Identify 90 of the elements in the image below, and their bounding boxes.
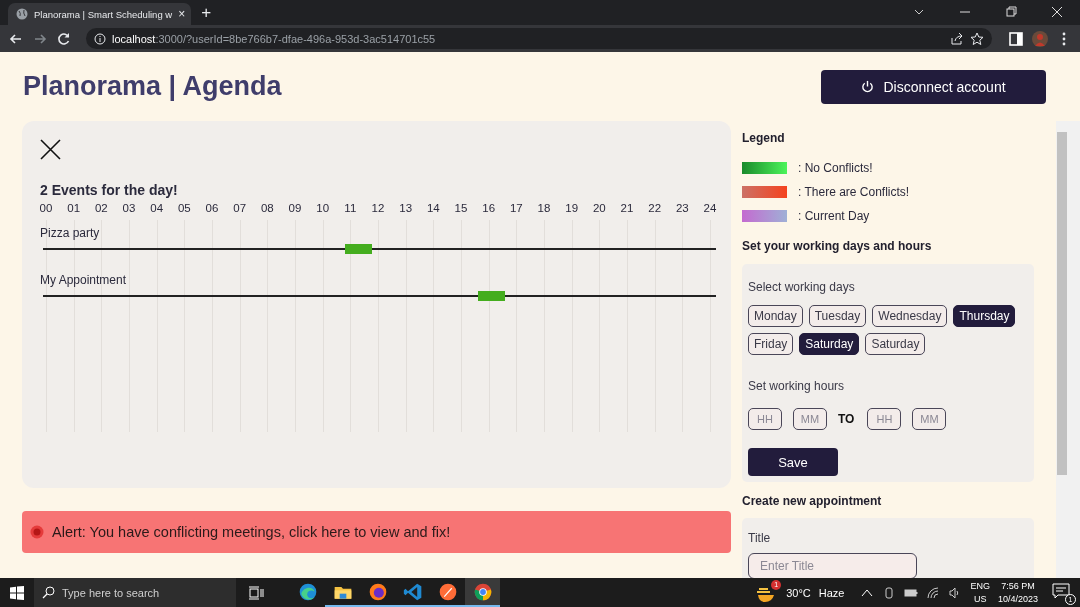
time-field[interactable]: HH (748, 408, 782, 430)
hour-label: 24 (703, 202, 717, 214)
browser-tab[interactable]: Planorama | Smart Scheduling w × (8, 3, 192, 25)
hour-label: 13 (399, 202, 413, 214)
hour-label: 03 (122, 202, 136, 214)
day-toggle[interactable]: Tuesday (808, 305, 867, 327)
page-title: Planorama | Agenda (23, 71, 282, 102)
legend-label: : There are Conflicts! (798, 185, 910, 199)
day-toggle[interactable]: Wednesday (872, 305, 948, 327)
legend-label: : No Conflicts! (798, 161, 873, 175)
alert-dot-icon (30, 525, 44, 539)
hour-label: 07 (233, 202, 247, 214)
hour-label: 05 (177, 202, 191, 214)
legend-swatch (742, 210, 787, 222)
temperature-text: 30°C (786, 586, 811, 599)
globe-icon (367, 581, 388, 602)
day-toggle[interactable]: Monday (748, 305, 803, 327)
hour-label: 21 (620, 202, 634, 214)
tab-close-button[interactable]: × (178, 7, 186, 21)
hour-label: 06 (205, 202, 219, 214)
title-field[interactable]: Enter Title (748, 553, 917, 578)
hour-label: 00 (39, 202, 53, 214)
legend-swatch (742, 162, 787, 174)
hour-label: 11 (344, 202, 357, 214)
field-label: Select working days (748, 280, 856, 294)
new-tab-button[interactable]: + (201, 3, 212, 23)
hour-label: 14 (426, 202, 440, 214)
field-label: Set working hours (748, 379, 846, 393)
time-field[interactable]: MM (793, 408, 827, 430)
clock-time[interactable]: 7:56 PM (1001, 579, 1035, 593)
disconnect-button[interactable]: Disconnect account (821, 69, 1046, 104)
day-toggle[interactable]: Thursday (953, 305, 1016, 327)
day-toggle[interactable]: Friday (748, 333, 794, 355)
event-name: My Appointment (40, 273, 127, 287)
swirl-icon (297, 581, 318, 602)
hour-label: 08 (260, 202, 274, 214)
section-heading: Create new appointment (742, 494, 883, 508)
region-text[interactable]: US (973, 592, 987, 606)
scrollbar[interactable] (1056, 121, 1080, 578)
day-toggle[interactable]: Saturday (865, 333, 926, 355)
windows-icon[interactable] (10, 585, 24, 600)
time-field[interactable]: MM (912, 408, 947, 430)
alert-banner[interactable]: Alert: You have conflicting meetings, click here to view and fix! (22, 511, 731, 553)
tab-title: Planorama | Smart Scheduling w (34, 8, 173, 20)
pen-icon (437, 581, 458, 602)
hour-label: 22 (648, 202, 662, 214)
hour-label: 12 (371, 202, 385, 214)
close-icon[interactable] (40, 139, 61, 160)
hour-label: 04 (150, 202, 164, 214)
legend-label: : Current Day (798, 209, 870, 223)
scrollbar-thumb[interactable] (1057, 132, 1067, 475)
hour-label: 09 (288, 202, 302, 214)
alert-text: Alert: You have conflicting meetings, click here to view and fix! (52, 524, 451, 540)
hour-label: 10 (316, 202, 330, 214)
hour-label: 02 (94, 202, 108, 214)
hour-label: 15 (454, 202, 468, 214)
section-heading: Set your working days and hours (742, 239, 933, 253)
star-icon[interactable] (970, 31, 984, 46)
clock-date[interactable]: 10/4/2023 (997, 592, 1038, 606)
weather-text: Haze (818, 586, 845, 599)
save-button[interactable]: Save (748, 448, 838, 476)
notification-icon[interactable] (1052, 582, 1070, 599)
hour-label: 16 (482, 202, 496, 214)
event-name: Pizza party (40, 226, 100, 240)
field-label: Title (748, 531, 772, 545)
language-text[interactable]: ENG (970, 579, 990, 593)
legend-heading: Legend (742, 131, 786, 145)
share-icon[interactable] (950, 31, 964, 46)
day-toggle[interactable]: Saturday (799, 333, 860, 355)
hour-label: 23 (675, 202, 689, 214)
ring-icon (472, 581, 493, 602)
legend-swatch (742, 186, 787, 198)
hour-label: 01 (67, 202, 81, 214)
hour-label: 17 (509, 202, 523, 214)
address-bar[interactable]: localhost:3000/?userId=8be766b7-dfae-496a-953d-3ac514701c55 (86, 28, 992, 49)
time-field[interactable]: HH (867, 408, 902, 430)
hour-label: 20 (592, 202, 606, 214)
hour-label: 18 (537, 202, 551, 214)
task-view-icon[interactable] (248, 585, 264, 600)
power-icon (861, 80, 875, 93)
taskbar-search-field[interactable]: Type here to search (34, 578, 236, 607)
hour-label: 19 (565, 202, 579, 214)
wifi-icon[interactable] (926, 585, 941, 600)
url-text: localhost:3000/?userId=8be766b7-dfae-496a-953d-3ac514701c55 (112, 32, 437, 45)
globe-icon (16, 8, 28, 20)
separator-text: TO (838, 412, 855, 426)
info-icon[interactable] (94, 32, 106, 45)
ribbon-icon (402, 581, 423, 602)
events-heading: 2 Events for the day! (40, 182, 179, 198)
taskbar-app[interactable] (465, 578, 500, 607)
